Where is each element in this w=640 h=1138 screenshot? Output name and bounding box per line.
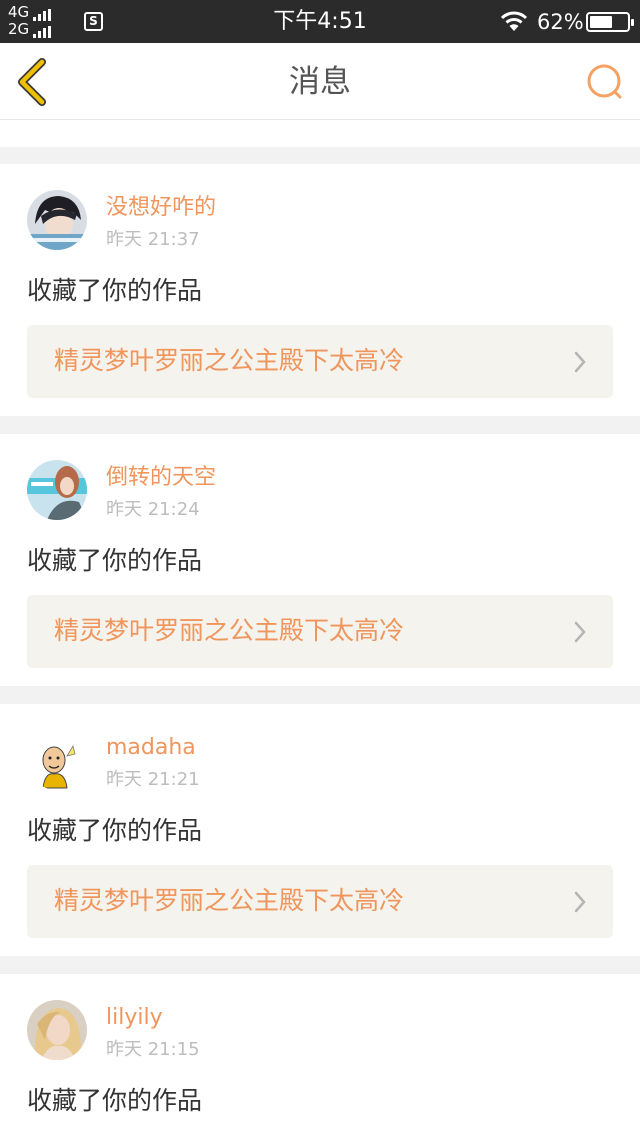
- timestamp: 昨天 21:21: [106, 769, 200, 790]
- avatar[interactable]: [27, 460, 87, 520]
- notification-list[interactable]: 没想好咋的 昨天 21:37 收藏了你的作品 精灵梦叶罗丽之公主殿下太高冷 倒转…: [0, 120, 640, 1138]
- username-link[interactable]: 倒转的天空: [106, 465, 216, 491]
- timestamp: 昨天 21:37: [106, 229, 200, 250]
- action-text: 收藏了你的作品: [27, 816, 203, 845]
- wifi-icon: [500, 11, 528, 31]
- battery-icon: [586, 12, 634, 32]
- chevron-right-icon: [574, 891, 586, 913]
- work-link[interactable]: 精灵梦叶罗丽之公主殿下太高冷: [27, 595, 613, 668]
- action-text: 收藏了你的作品: [27, 276, 203, 305]
- battery-percent: 62%: [537, 10, 584, 34]
- action-text: 收藏了你的作品: [27, 1086, 203, 1115]
- username-link[interactable]: madaha: [106, 735, 196, 761]
- user-avatar-image: [27, 190, 87, 250]
- notification-card: lilyily 昨天 21:15 收藏了你的作品: [0, 974, 640, 1138]
- previous-notification-partial: [0, 120, 640, 147]
- timestamp: 昨天 21:24: [106, 499, 200, 520]
- work-title: 精灵梦叶罗丽之公主殿下太高冷: [54, 346, 405, 375]
- avatar[interactable]: [27, 190, 87, 250]
- page-title: 消息: [289, 64, 351, 100]
- username-link[interactable]: lilyily: [106, 1005, 163, 1031]
- action-text: 收藏了你的作品: [27, 546, 203, 575]
- username-link[interactable]: 没想好咋的: [106, 195, 216, 221]
- top-nav-bar: 消息: [0, 43, 640, 120]
- status-bar: 4G 2G S 下午4:51 62%: [0, 0, 640, 43]
- notification-card: madaha 昨天 21:21 收藏了你的作品 精灵梦叶罗丽之公主殿下太高冷: [0, 704, 640, 956]
- work-title: 精灵梦叶罗丽之公主殿下太高冷: [54, 886, 405, 915]
- app-screen: 4G 2G S 下午4:51 62% 消息 没想好咋的 昨天 21:37 收藏了…: [0, 0, 640, 1138]
- search-icon: [587, 64, 622, 99]
- timestamp: 昨天 21:15: [106, 1039, 200, 1060]
- notification-card: 没想好咋的 昨天 21:37 收藏了你的作品 精灵梦叶罗丽之公主殿下太高冷: [0, 164, 640, 416]
- work-title: 精灵梦叶罗丽之公主殿下太高冷: [54, 616, 405, 645]
- chevron-right-icon: [574, 351, 586, 373]
- search-button[interactable]: [584, 61, 626, 103]
- chevron-right-icon: [574, 621, 586, 643]
- work-link[interactable]: 精灵梦叶罗丽之公主殿下太高冷: [27, 865, 613, 938]
- work-link[interactable]: 精灵梦叶罗丽之公主殿下太高冷: [27, 325, 613, 398]
- user-avatar-image: [27, 460, 87, 520]
- user-avatar-image: [27, 1000, 87, 1060]
- notification-card: 倒转的天空 昨天 21:24 收藏了你的作品 精灵梦叶罗丽之公主殿下太高冷: [0, 434, 640, 686]
- user-avatar-image: [27, 730, 87, 790]
- avatar[interactable]: [27, 1000, 87, 1060]
- avatar[interactable]: [27, 730, 87, 790]
